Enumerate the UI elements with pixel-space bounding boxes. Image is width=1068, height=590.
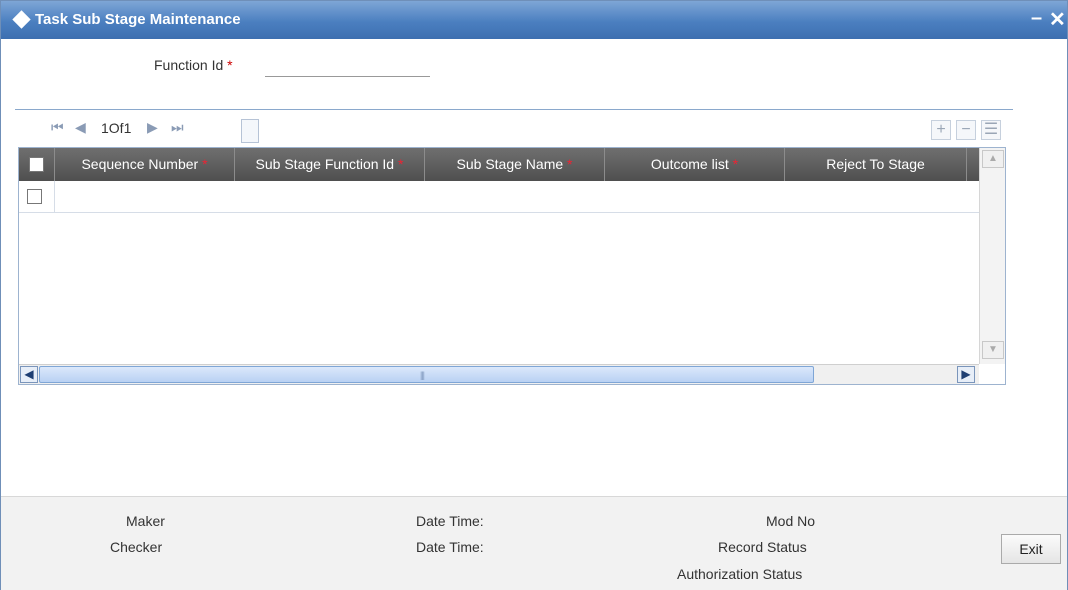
col-label: Sequence Number [81,156,199,172]
maker-label: Maker [126,513,165,529]
exit-button[interactable]: Exit [1001,534,1061,564]
col-label: Sub Stage Function Id [255,156,395,172]
single-view-button[interactable]: ☰ [981,120,1001,140]
mod-no-label: Mod No [766,513,816,529]
col-sub-stage-function-id[interactable]: Sub Stage Function Id * [235,148,425,181]
row-checkbox[interactable] [27,189,42,204]
required-mark: * [567,156,573,172]
col-reject-to-stage[interactable]: Reject To Stage [785,148,967,181]
minimize-button[interactable]: – [1031,7,1042,30]
record-status-label: Record Status [718,539,807,555]
last-page-icon[interactable]: ⏭ [171,119,184,136]
function-id-input[interactable] [265,53,430,77]
scroll-up-icon[interactable]: ▲ [982,150,1004,168]
required-mark: * [397,156,404,172]
col-sub-stage-name[interactable]: Sub Stage Name * [425,148,605,181]
grid-header: Sequence Number * Sub Stage Function Id … [19,148,979,181]
required-mark: * [732,156,739,172]
horizontal-scrollbar[interactable]: ◀ ||| ▶ [19,364,979,384]
col-label: Reject To Stage [826,156,925,172]
col-outcome-list[interactable]: Outcome list * [605,148,785,181]
prev-page-icon[interactable]: ◀ [75,119,86,136]
select-all-cell [19,148,55,181]
add-row-button[interactable]: + [931,120,951,140]
authorization-status-label: Authorization Status [677,566,803,582]
scroll-left-icon[interactable]: ◀ [20,366,38,383]
required-mark: * [227,57,233,73]
sub-stage-grid: Sequence Number * Sub Stage Function Id … [18,147,1006,385]
scroll-thumb[interactable]: ||| [39,366,814,383]
function-id-label-text: Function Id [154,57,224,73]
scroll-right-icon[interactable]: ▶ [957,366,975,383]
col-label: Outcome list [650,156,729,172]
title-bar: Task Sub Stage Maintenance – ✕ [1,1,1067,39]
scroll-down-icon[interactable]: ▼ [982,341,1004,359]
diamond-icon [12,10,31,29]
col-sequence-number[interactable]: Sequence Number * [55,148,235,181]
checker-label: Checker [110,539,163,555]
page-number-box[interactable] [241,119,259,143]
first-page-icon[interactable]: ⏮ [51,119,64,136]
thumb-grip: ||| [420,370,425,380]
required-mark: * [202,156,208,172]
checker-date-time-label: Date Time: [416,539,484,555]
page-indicator: 1Of1 [101,120,132,136]
col-label: Sub Stage Name [456,156,564,172]
row-checkbox-cell [19,181,55,213]
section-divider [15,109,1013,110]
vertical-scrollbar[interactable]: ▲ ▼ [979,148,1005,364]
window-title: Task Sub Stage Maintenance [35,11,241,28]
select-all-checkbox[interactable] [29,157,44,172]
close-button[interactable]: ✕ [1049,7,1066,32]
function-id-label: Function Id * [154,57,233,73]
maker-date-time-label: Date Time: [416,513,484,529]
table-row[interactable] [19,181,979,213]
delete-row-button[interactable]: − [956,120,976,140]
next-page-icon[interactable]: ▶ [147,119,158,136]
task-sub-stage-window: Task Sub Stage Maintenance – ✕ Function … [0,0,1068,590]
